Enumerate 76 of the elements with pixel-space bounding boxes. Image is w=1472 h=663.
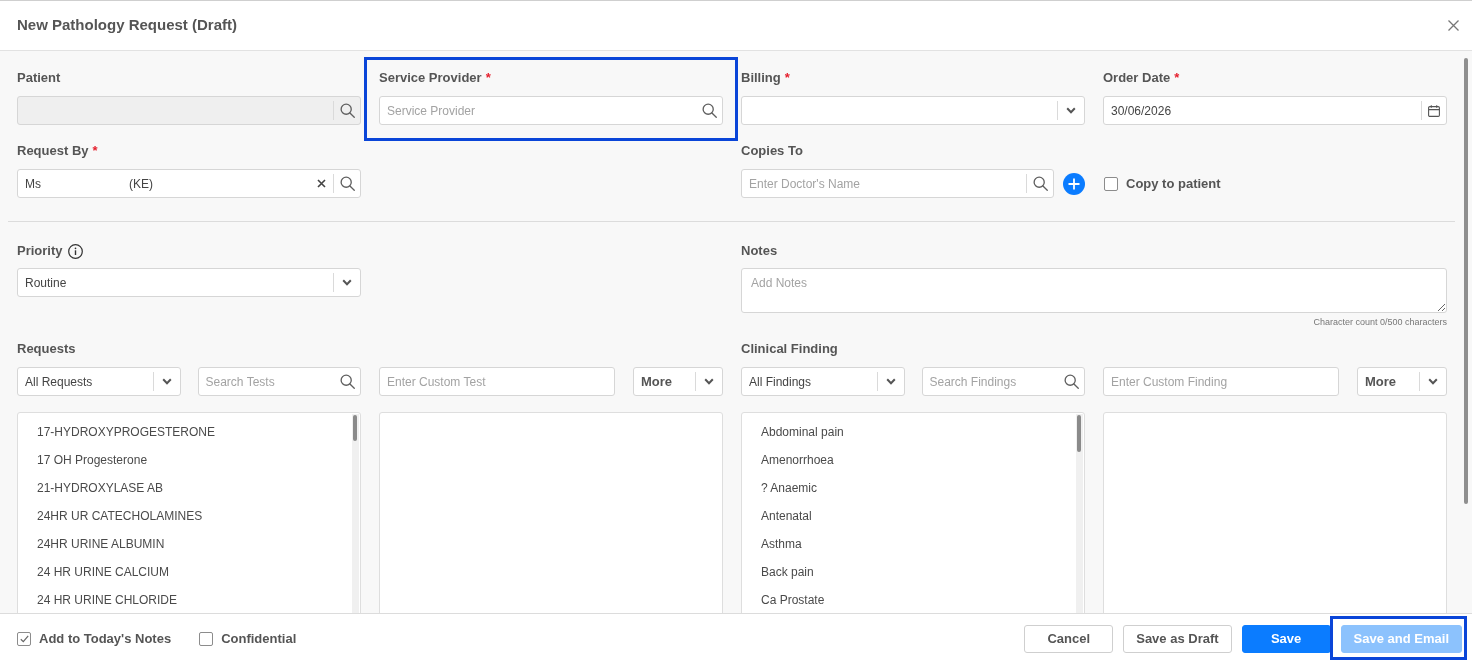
checkbox-label: Copy to patient	[1126, 174, 1221, 193]
character-count: Character count 0/500 characters	[1313, 316, 1447, 328]
list-item[interactable]: Antenatal	[742, 502, 812, 530]
field-label: Order Date	[1103, 69, 1171, 87]
service-provider-field[interactable]: Service Provider	[379, 96, 723, 125]
filter-select[interactable]: All Findings	[741, 367, 905, 396]
checkbox[interactable]	[1104, 176, 1118, 191]
field-label: Clinical Finding	[741, 340, 838, 358]
search-field[interactable]: Search Tests	[197, 367, 361, 396]
more-select[interactable]: More	[1357, 367, 1447, 396]
search-icon[interactable]	[701, 103, 717, 118]
clear-icon[interactable]	[316, 179, 326, 188]
field-label: Copies To	[741, 142, 803, 160]
checkbox-label: Confidential	[221, 629, 297, 648]
chevron-down-icon[interactable]	[704, 378, 714, 385]
secondary-button[interactable]: Save as Draft	[1123, 624, 1232, 653]
required-mark: *	[485, 69, 491, 87]
field-label: Billing	[741, 69, 781, 87]
more-select[interactable]: More	[633, 367, 723, 396]
chevron-down-icon[interactable]	[885, 378, 896, 385]
required-mark: *	[1174, 69, 1180, 87]
chevron-down-icon[interactable]	[161, 378, 172, 385]
priority-select[interactable]: Routine	[17, 268, 361, 297]
search-field[interactable]: Search Findings	[921, 367, 1085, 396]
list-item[interactable]: 21-HYDROXYLASE AB	[18, 474, 164, 502]
search-icon[interactable]	[1063, 374, 1079, 389]
custom-entry-field[interactable]: Enter Custom Finding	[1103, 367, 1339, 396]
secondary-button[interactable]: Cancel	[1024, 624, 1114, 653]
list-item[interactable]: Asthma	[742, 530, 802, 558]
field-label: Priority	[17, 242, 63, 260]
field-label: Requests	[17, 340, 76, 358]
scrollbar-thumb[interactable]	[1464, 58, 1468, 504]
search-icon[interactable]	[1032, 176, 1048, 191]
notes-field[interactable]: Add Notes	[741, 268, 1447, 313]
list-item[interactable]: 17-HYDROXYPROGESTERONE	[18, 418, 216, 446]
checkbox[interactable]	[199, 631, 214, 646]
list-item[interactable]: ? Anaemic	[742, 474, 818, 502]
list-item[interactable]: Ca Prostate	[742, 586, 825, 613]
field-label: Service Provider	[379, 69, 482, 87]
required-mark: *	[92, 142, 98, 160]
custom-entry-field[interactable]: Enter Custom Test	[379, 367, 615, 396]
request-by-field[interactable]: Ms (KE)	[17, 169, 361, 198]
search-icon[interactable]	[339, 103, 355, 118]
field-label: Request By	[17, 142, 89, 160]
list-item[interactable]: 24HR URINE ALBUMIN	[18, 530, 165, 558]
primary-button[interactable]: Save	[1241, 624, 1331, 653]
required-mark: *	[784, 69, 790, 87]
filter-select[interactable]: All Requests	[17, 367, 181, 396]
search-icon[interactable]	[339, 374, 355, 389]
checkmark-icon	[19, 634, 29, 643]
order-date-field[interactable]: 30/06/2026	[1103, 96, 1447, 125]
list-item[interactable]: Amenorrhoea	[742, 446, 834, 474]
calendar-icon[interactable]	[1428, 104, 1440, 117]
list-item[interactable]: 24HR UR CATECHOLAMINES	[18, 502, 203, 530]
list-item[interactable]: 24 HR URINE CHLORIDE	[18, 586, 178, 613]
field-label: Notes	[741, 242, 778, 260]
list-item[interactable]: 17 OH Progesterone	[18, 446, 148, 474]
chevron-down-icon[interactable]	[1428, 378, 1438, 385]
search-icon[interactable]	[339, 176, 355, 191]
field-label: Patient	[17, 69, 61, 87]
dialog-title: New Pathology Request (Draft)	[17, 15, 238, 36]
info-icon[interactable]	[67, 243, 83, 259]
copies-to-field[interactable]: Enter Doctor's Name	[741, 169, 1054, 198]
add-icon[interactable]	[1063, 172, 1085, 195]
chevron-down-icon[interactable]	[342, 279, 352, 286]
checkbox-label: Add to Today's Notes	[39, 629, 172, 648]
chevron-down-icon[interactable]	[1066, 107, 1076, 114]
checkbox[interactable]	[17, 631, 31, 646]
list-item[interactable]: Abdominal pain	[742, 418, 844, 446]
list-item[interactable]: 24 HR URINE CALCIUM	[18, 558, 170, 586]
list-item[interactable]: Back pain	[742, 558, 814, 586]
scrollbar-thumb[interactable]	[353, 415, 357, 441]
field-value: (KE)	[129, 175, 153, 193]
close-icon[interactable]	[1448, 20, 1459, 31]
field-value: Ms	[25, 175, 41, 193]
scrollbar-thumb[interactable]	[1077, 415, 1081, 452]
